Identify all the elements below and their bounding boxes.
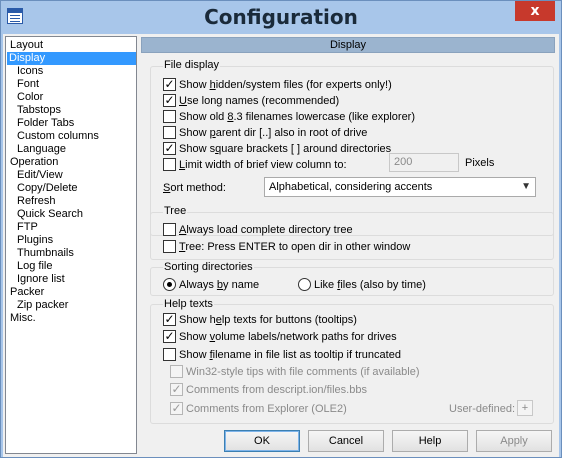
- title-bar[interactable]: Configuration x: [1, 1, 561, 33]
- column-width-field[interactable]: 200: [389, 153, 459, 172]
- sort-method-dropdown[interactable]: Alphabetical, considering accents ▼: [264, 177, 536, 197]
- old-83-checkbox[interactable]: [163, 110, 176, 123]
- win32-tips-option[interactable]: Win32-style tips with file comments (if …: [170, 365, 420, 379]
- sort-method-value: Alphabetical, considering accents: [269, 181, 433, 193]
- long-names-checkbox[interactable]: ✓: [163, 94, 176, 107]
- pixels-label: Pixels: [465, 157, 495, 169]
- win32-tips-checkbox[interactable]: [170, 365, 183, 378]
- volume-labels-label: Show volume labels/network paths for dri…: [179, 331, 397, 343]
- tree-group-title: Tree: [163, 205, 188, 217]
- tree-item-edit-view[interactable]: Edit/View: [15, 169, 65, 182]
- chevron-down-icon: ▼: [521, 181, 531, 192]
- sort-by-name-radio[interactable]: [163, 278, 176, 291]
- like-files-label: Like files (also by time): [314, 279, 426, 291]
- tree-item-folder-tabs[interactable]: Folder Tabs: [15, 117, 76, 130]
- tree-item-color[interactable]: Color: [15, 91, 45, 104]
- sort-by-name-label: Always by name: [179, 279, 260, 291]
- filename-tooltip-checkbox[interactable]: [163, 348, 176, 361]
- configuration-window: Configuration x Layout Display Icons Font Co…: [0, 0, 562, 458]
- tree-item-operation[interactable]: Operation: [8, 156, 60, 169]
- limit-width-checkbox[interactable]: [163, 158, 176, 171]
- show-help-option[interactable]: ✓ Show help texts for buttons (tooltips): [163, 313, 357, 327]
- settings-tree[interactable]: Layout Display Icons Font Color Tabstops Folde…: [5, 36, 137, 454]
- volume-labels-option[interactable]: ✓ Show volume labels/network paths for dr…: [163, 330, 397, 344]
- limit-width-label: Limit width of brief view column to:: [179, 159, 347, 171]
- sort-by-name-option[interactable]: Always by name: [163, 278, 259, 292]
- tree-item-misc[interactable]: Misc.: [8, 312, 38, 325]
- show-hidden-checkbox[interactable]: ✓: [163, 78, 176, 91]
- parent-dir-label: Show parent dir [..] also in root of dri…: [179, 127, 368, 139]
- volume-labels-checkbox[interactable]: ✓: [163, 330, 176, 343]
- square-brackets-label: Show square brackets [ ] around director…: [179, 143, 392, 155]
- user-defined-add-button[interactable]: +: [517, 400, 533, 416]
- long-names-option[interactable]: ✓ Use long names (recommended): [163, 94, 339, 108]
- close-button[interactable]: x: [515, 1, 555, 21]
- tree-item-plugins[interactable]: Plugins: [15, 234, 55, 247]
- long-names-label: Use long names (recommended): [179, 95, 340, 107]
- tree-enter-option[interactable]: Tree: Press ENTER to open dir in other w…: [163, 240, 410, 254]
- tree-item-log-file[interactable]: Log file: [15, 260, 54, 273]
- file-display-title: File display: [163, 59, 221, 71]
- comments-descript-option[interactable]: ✓ Comments from descript.ion/files.bbs: [170, 383, 367, 397]
- show-help-label: Show help texts for buttons (tooltips): [179, 314, 357, 326]
- help-texts-title: Help texts: [163, 298, 214, 310]
- ok-button[interactable]: OK: [224, 430, 300, 452]
- tree-item-copy-delete[interactable]: Copy/Delete: [15, 182, 80, 195]
- limit-width-option[interactable]: Limit width of brief view column to:: [163, 158, 347, 172]
- tree-item-custom-columns[interactable]: Custom columns: [15, 130, 101, 143]
- tree-item-packer[interactable]: Packer: [8, 286, 46, 299]
- comments-explorer-label: Comments from Explorer (OLE2): [186, 403, 347, 415]
- tree-enter-label: Tree: Press ENTER to open dir in other w…: [179, 241, 411, 253]
- tree-item-layout[interactable]: Layout: [8, 39, 45, 52]
- tree-item-ignore-list[interactable]: Ignore list: [15, 273, 67, 286]
- square-brackets-checkbox[interactable]: ✓: [163, 142, 176, 155]
- tree-item-language[interactable]: Language: [15, 143, 68, 156]
- show-help-checkbox[interactable]: ✓: [163, 313, 176, 326]
- sorting-group-title: Sorting directories: [163, 261, 254, 273]
- show-hidden-option[interactable]: ✓ Show hidden/system files (for experts o…: [163, 78, 392, 92]
- tree-item-zip-packer[interactable]: Zip packer: [15, 299, 70, 312]
- tree-item-thumbnails[interactable]: Thumbnails: [15, 247, 76, 260]
- user-defined-label: User-defined:: [449, 403, 516, 415]
- tree-item-font[interactable]: Font: [15, 78, 41, 91]
- filename-tooltip-option[interactable]: Show filename in file list as tooltip if…: [163, 348, 401, 362]
- old-83-label: Show old 8.3 filenames lowercase (like e…: [179, 111, 416, 123]
- like-files-radio[interactable]: [298, 278, 311, 291]
- old-83-option[interactable]: Show old 8.3 filenames lowercase (like e…: [163, 110, 415, 124]
- show-hidden-label: Show hidden/system files (for experts on…: [179, 79, 392, 91]
- comments-explorer-checkbox[interactable]: ✓: [170, 402, 183, 415]
- comments-explorer-option[interactable]: ✓ Comments from Explorer (OLE2): [170, 402, 347, 416]
- tree-item-icons[interactable]: Icons: [15, 65, 45, 78]
- tree-item-refresh[interactable]: Refresh: [15, 195, 58, 208]
- window-title: Configuration: [204, 5, 358, 29]
- sort-method-label: Sort method:: [163, 182, 226, 194]
- always-load-checkbox[interactable]: [163, 223, 176, 236]
- like-files-option[interactable]: Like files (also by time): [298, 278, 426, 292]
- filename-tooltip-label: Show filename in file list as tooltip if…: [179, 349, 401, 361]
- tree-item-tabstops[interactable]: Tabstops: [15, 104, 63, 117]
- always-load-label: Always load complete directory tree: [179, 224, 353, 236]
- help-button[interactable]: Help: [392, 430, 468, 452]
- tree-enter-checkbox[interactable]: [163, 240, 176, 253]
- win32-tips-label: Win32-style tips with file comments (if …: [186, 366, 420, 378]
- parent-dir-checkbox[interactable]: [163, 126, 176, 139]
- tree-item-quick-search[interactable]: Quick Search: [15, 208, 85, 221]
- square-brackets-option[interactable]: ✓ Show square brackets [ ] around directo…: [163, 142, 391, 156]
- always-load-option[interactable]: Always load complete directory tree: [163, 223, 353, 237]
- comments-descript-checkbox[interactable]: ✓: [170, 383, 183, 396]
- cancel-button[interactable]: Cancel: [308, 430, 384, 452]
- apply-button[interactable]: Apply: [476, 430, 552, 452]
- tree-item-display[interactable]: Display: [7, 52, 136, 65]
- comments-descript-label: Comments from descript.ion/files.bbs: [186, 384, 367, 396]
- tree-item-ftp[interactable]: FTP: [15, 221, 40, 234]
- page-header: Display: [141, 37, 555, 53]
- parent-dir-option[interactable]: Show parent dir [..] also in root of dri…: [163, 126, 367, 140]
- dialog-client: Layout Display Icons Font Color Tabstops Folde…: [3, 34, 559, 457]
